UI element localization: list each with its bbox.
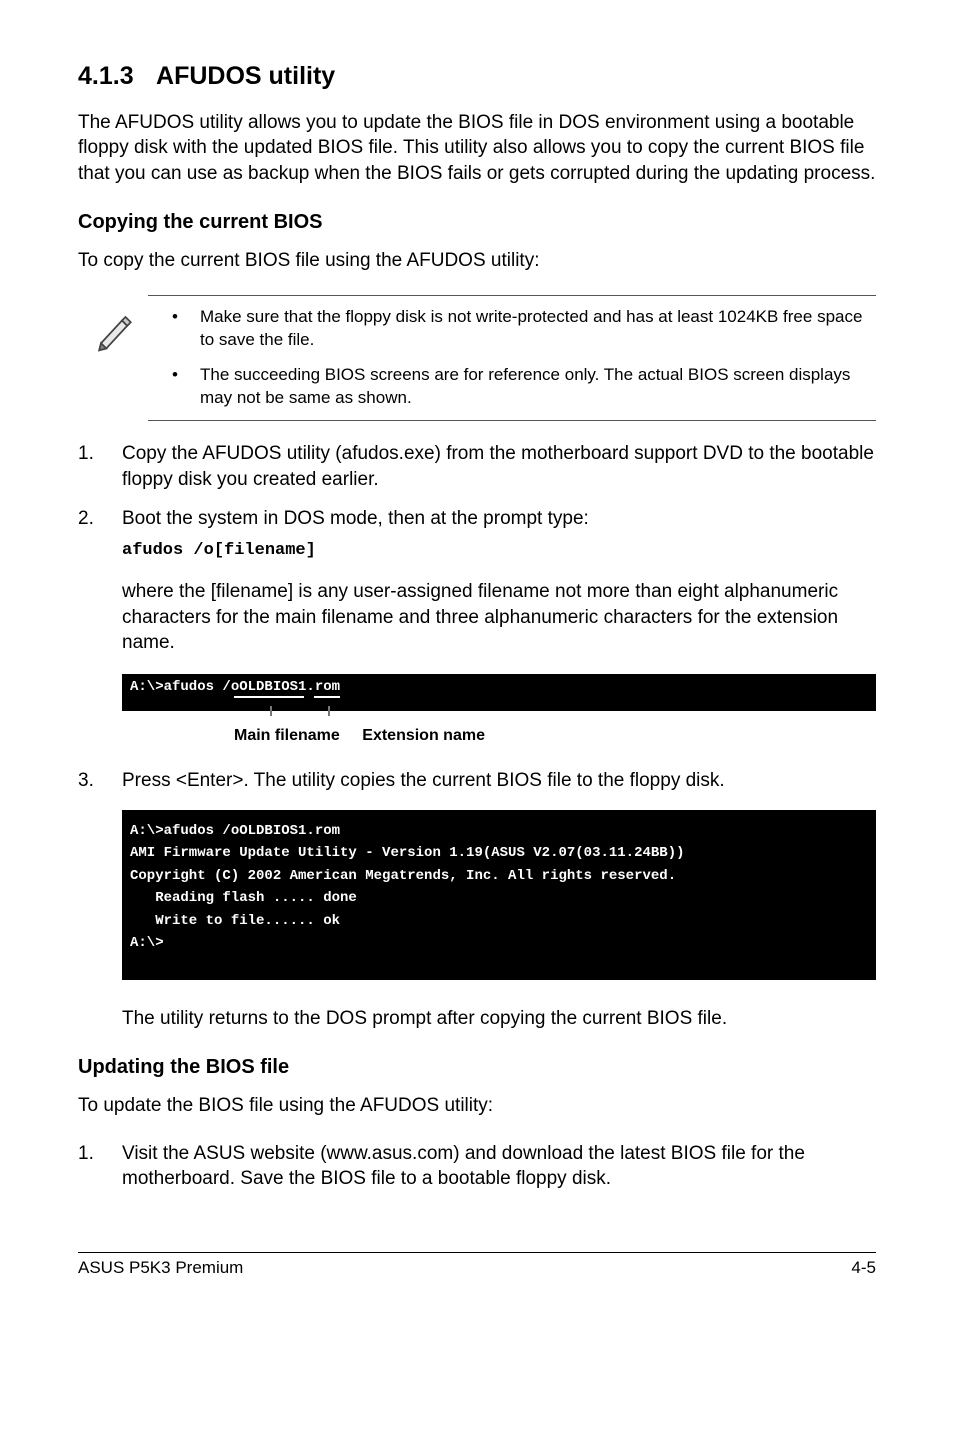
copy-lead: To copy the current BIOS file using the …	[78, 248, 876, 274]
step-number: 1.	[78, 1141, 122, 1192]
step-text: Visit the ASUS website (www.asus.com) an…	[122, 1141, 876, 1192]
terminal-line: AMI Firmware Update Utility - Version 1.…	[130, 842, 868, 864]
main-filename-label: Main filename	[234, 725, 340, 747]
note-rule-bottom	[148, 420, 876, 421]
steps-list: 1. Copy the AFUDOS utility (afudos.exe) …	[78, 441, 876, 563]
where-paragraph: where the [filename] is any user-assigne…	[122, 579, 876, 656]
page-footer: ASUS P5K3 Premium 4-5	[78, 1257, 876, 1280]
step-item: 2. Boot the system in DOS mode, then at …	[78, 506, 876, 563]
step-number: 2.	[78, 506, 122, 563]
extension-name-label: Extension name	[362, 725, 485, 747]
step-text-inner: Boot the system in DOS mode, then at the…	[122, 508, 589, 529]
after-copy-paragraph: The utility returns to the DOS prompt af…	[122, 1006, 876, 1032]
footer-left: ASUS P5K3 Premium	[78, 1257, 243, 1280]
terminal-line: Reading flash ..... done	[130, 887, 868, 909]
step-text: Copy the AFUDOS utility (afudos.exe) fro…	[122, 441, 876, 492]
update-lead: To update the BIOS file using the AFUDOS…	[78, 1093, 876, 1119]
intro-paragraph: The AFUDOS utility allows you to update …	[78, 110, 876, 187]
note-bullet: Make sure that the floppy disk is not wr…	[172, 306, 870, 352]
pencil-note-icon	[94, 306, 152, 410]
terminal-line: A:\>afudos /oOLDBIOS1.rom	[130, 820, 868, 842]
step-text: Boot the system in DOS mode, then at the…	[122, 506, 876, 563]
terminal-output: A:\>afudos /oOLDBIOS1.rom	[122, 674, 876, 711]
steps-list-continued: 3. Press <Enter>. The utility copies the…	[78, 768, 876, 794]
section-number: 4.1.3	[78, 60, 150, 94]
terminal-line: A:\>afudos /oOLDBIOS1.rom	[130, 678, 868, 697]
update-steps-list: 1. Visit the ASUS website (www.asus.com)…	[78, 1141, 876, 1192]
filename-diagram: A:\>afudos /oOLDBIOS1.rom Main filename …	[122, 674, 876, 746]
footer-right: 4-5	[851, 1257, 876, 1280]
step-item: 3. Press <Enter>. The utility copies the…	[78, 768, 876, 794]
step-number: 3.	[78, 768, 122, 794]
terminal-line: Write to file...... ok	[130, 910, 868, 932]
note-bullet: The succeeding BIOS screens are for refe…	[172, 364, 870, 410]
note-bullet-list: Make sure that the floppy disk is not wr…	[152, 306, 870, 410]
step-text: Press <Enter>. The utility copies the cu…	[122, 768, 876, 794]
section-title: AFUDOS utility	[156, 62, 335, 90]
section-heading: 4.1.3 AFUDOS utility	[78, 60, 876, 94]
step-item: 1. Visit the ASUS website (www.asus.com)…	[78, 1141, 876, 1192]
filename-labels: Main filename Extension name	[234, 725, 876, 747]
note-block: Make sure that the floppy disk is not wr…	[148, 295, 876, 421]
command-code: afudos /o[filename]	[122, 540, 876, 563]
copy-heading: Copying the current BIOS	[78, 209, 876, 236]
step-number: 1.	[78, 441, 122, 492]
terminal-line: Copyright (C) 2002 American Megatrends, …	[130, 865, 868, 887]
terminal-line: A:\>	[130, 932, 868, 954]
update-heading: Updating the BIOS file	[78, 1054, 876, 1081]
footer-rule	[78, 1252, 876, 1253]
terminal-output: A:\>afudos /oOLDBIOS1.rom AMI Firmware U…	[122, 810, 876, 980]
step-item: 1. Copy the AFUDOS utility (afudos.exe) …	[78, 441, 876, 492]
